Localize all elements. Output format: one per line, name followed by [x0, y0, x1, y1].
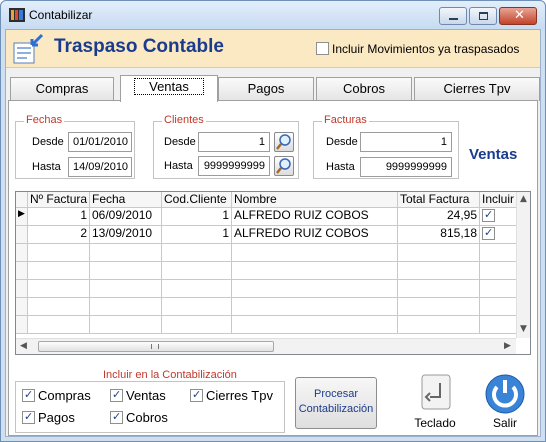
app-icon: [9, 8, 25, 22]
factura-desde-input[interactable]: 1: [360, 132, 452, 152]
cliente-desde-input[interactable]: 1: [198, 132, 270, 152]
empty-row: [16, 262, 516, 280]
col-header-num[interactable]: Nº Factura: [28, 192, 90, 207]
include-cierres-tpv-checkbox[interactable]: Cierres Tpv: [190, 387, 273, 403]
keyboard-button[interactable]: Teclado: [407, 373, 463, 433]
exit-button[interactable]: Salir: [477, 373, 533, 433]
scroll-up-icon[interactable]: ▲: [520, 194, 527, 204]
maximize-button[interactable]: [469, 7, 497, 25]
maximize-icon: [479, 12, 488, 20]
table-row[interactable]: ▶ 1 06/09/2010 1 ALFREDO RUIZ COBOS 24,9…: [16, 208, 516, 226]
col-header-cliente[interactable]: Cod.Cliente: [162, 192, 232, 207]
empty-row: [16, 280, 516, 298]
tab-compras[interactable]: Compras: [10, 77, 114, 101]
header-band: Traspaso Contable Incluir Movimientos ya…: [6, 30, 540, 68]
scroll-down-icon[interactable]: ▼: [520, 324, 527, 334]
facturas-group: Facturas Desde 1 Hasta 9999999999: [313, 114, 459, 179]
horizontal-scroll-thumb[interactable]: [38, 341, 274, 352]
tab-cobros[interactable]: Cobros: [316, 77, 412, 101]
ventas-panel: Fechas Desde 01/01/2010 Hasta 14/09/2010…: [8, 100, 538, 436]
transfer-icon: [13, 33, 44, 64]
tab-cierres-tpv[interactable]: Cierres Tpv: [414, 77, 540, 101]
scroll-right-icon[interactable]: ▶: [504, 341, 511, 351]
magnifier-icon: [276, 134, 291, 150]
section-name: Ventas: [469, 146, 518, 163]
col-header-total[interactable]: Total Factura: [398, 192, 480, 207]
magnifier-icon: [276, 158, 291, 174]
minimize-button[interactable]: [439, 7, 467, 25]
col-header-fecha[interactable]: Fecha: [90, 192, 162, 207]
fecha-hasta-input[interactable]: 14/09/2010: [68, 157, 132, 177]
col-header-nombre[interactable]: Nombre: [232, 192, 398, 207]
contabilizar-window: Contabilizar ✕ Traspaso Contable Incluir…: [0, 0, 546, 442]
fecha-desde-input[interactable]: 01/01/2010: [68, 132, 132, 152]
client-area: Traspaso Contable Incluir Movimientos ya…: [5, 29, 541, 437]
factura-hasta-input[interactable]: 9999999999: [360, 157, 452, 177]
checkbox-icon: [316, 42, 329, 56]
power-icon: [485, 374, 525, 414]
incluir-checkbox[interactable]: [482, 208, 495, 223]
tab-strip: Compras Ventas Pagos Cobros Cierres Tpv: [8, 75, 540, 102]
include-options-group: Compras Ventas Cierres Tpv Pagos Cobros: [15, 381, 285, 433]
horizontal-scrollbar[interactable]: ◀ ▶: [16, 338, 516, 354]
empty-row: [16, 244, 516, 262]
title-bar: Contabilizar ✕: [1, 1, 545, 29]
cliente-hasta-search-button[interactable]: [274, 156, 294, 176]
vertical-scrollbar[interactable]: ▲ ▼: [516, 192, 530, 338]
minimize-icon: [449, 18, 458, 20]
include-group-label: Incluir en la Contabilización: [103, 369, 237, 381]
close-icon: ✕: [514, 8, 525, 23]
window-title: Contabilizar: [29, 8, 93, 22]
clientes-group: Clientes Desde 1 Hasta 9999999999: [153, 114, 299, 179]
cliente-hasta-input[interactable]: 9999999999: [198, 156, 270, 176]
include-ventas-checkbox[interactable]: Ventas: [110, 387, 166, 403]
empty-row: [16, 298, 516, 316]
enter-key-icon: [421, 374, 451, 410]
empty-row: [16, 316, 516, 334]
row-indicator: ▶: [16, 208, 28, 225]
col-header-incluir[interactable]: Incluir: [480, 192, 516, 207]
include-cobros-checkbox[interactable]: Cobros: [110, 409, 168, 425]
include-moved-checkbox[interactable]: Incluir Movimientos ya traspasados: [316, 41, 519, 56]
fechas-group: Fechas Desde 01/01/2010 Hasta 14/09/2010: [15, 114, 135, 179]
table-row[interactable]: 2 13/09/2010 1 ALFREDO RUIZ COBOS 815,18: [16, 226, 516, 244]
include-pagos-checkbox[interactable]: Pagos: [22, 409, 75, 425]
page-title: Traspaso Contable: [54, 36, 224, 57]
incluir-checkbox[interactable]: [482, 226, 495, 241]
tab-pagos[interactable]: Pagos: [218, 77, 314, 101]
tab-ventas[interactable]: Ventas: [120, 75, 218, 102]
invoices-grid: Nº Factura Fecha Cod.Cliente Nombre Tota…: [15, 191, 531, 355]
scroll-left-icon[interactable]: ◀: [20, 341, 27, 351]
close-button[interactable]: ✕: [499, 7, 537, 25]
grip-icon: [151, 344, 159, 349]
include-compras-checkbox[interactable]: Compras: [22, 387, 91, 403]
cliente-desde-search-button[interactable]: [274, 132, 294, 152]
current-row-arrow-icon: ▶: [18, 209, 25, 219]
grid-header: Nº Factura Fecha Cod.Cliente Nombre Tota…: [16, 192, 516, 208]
process-button[interactable]: Procesar Contabilización: [295, 377, 377, 429]
